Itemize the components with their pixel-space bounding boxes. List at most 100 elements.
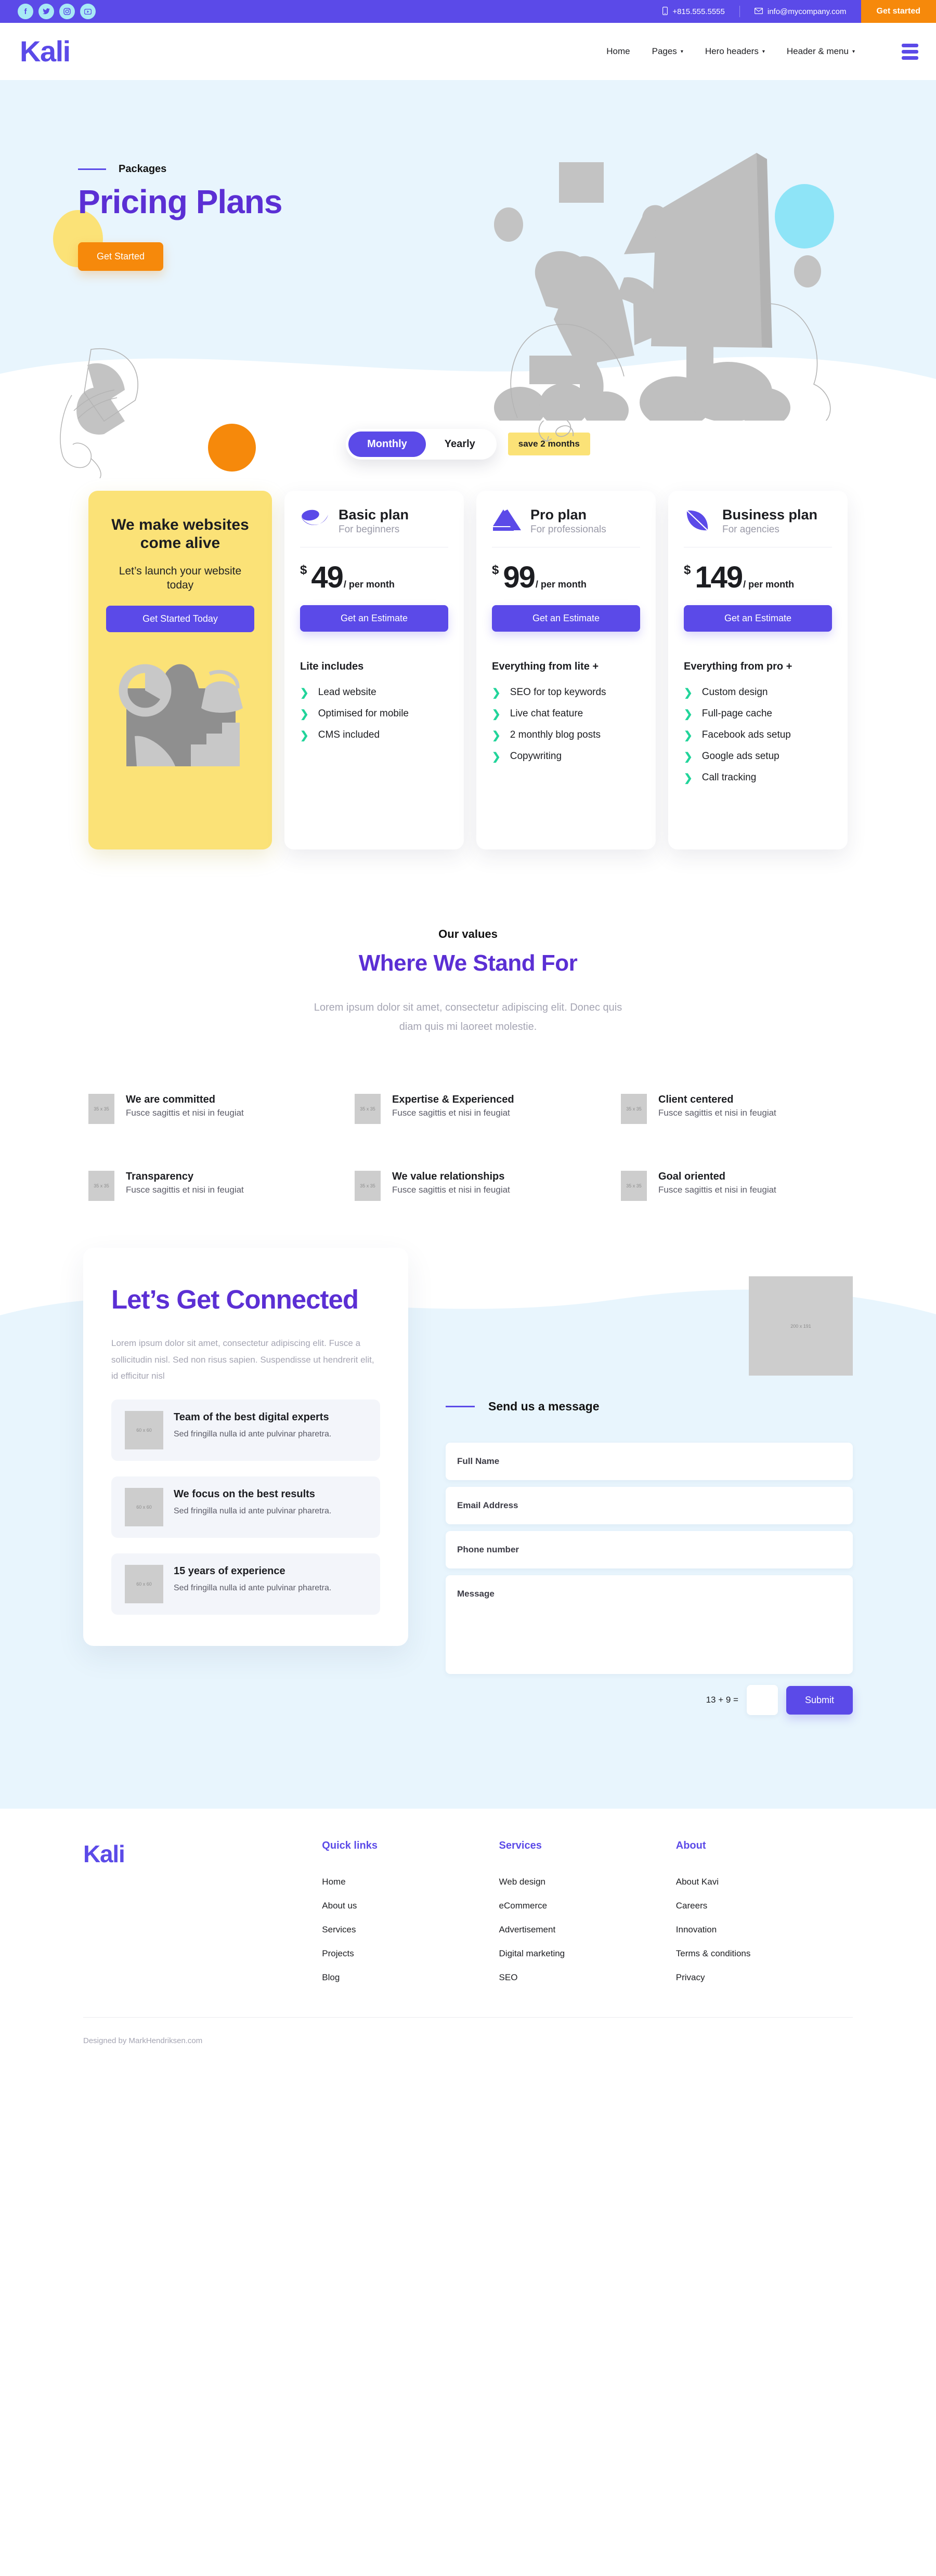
image-placeholder: 60 x 60 <box>125 1411 163 1450</box>
hamburger-icon[interactable] <box>902 43 918 60</box>
phone-icon <box>662 6 668 17</box>
footer-link[interactable]: Home <box>322 1877 499 1887</box>
facebook-icon[interactable]: f <box>18 4 33 19</box>
plan-card-business: Business plan For agencies $ 149 / per m… <box>668 491 848 849</box>
footer-link[interactable]: Careers <box>676 1901 853 1911</box>
price-amount: 49 <box>311 560 343 594</box>
plan-estimate-button[interactable]: Get an Estimate <box>300 605 448 632</box>
plan-feature-label: Live chat feature <box>510 708 583 720</box>
plan-feature-label: Google ads setup <box>701 751 779 762</box>
plan-feature: ❯ CMS included <box>300 725 448 746</box>
footer-link[interactable]: Blog <box>322 1972 499 1983</box>
plan-card-pro: Pro plan For professionals $ 99 / per mo… <box>476 491 656 849</box>
brand-logo[interactable]: Kali <box>20 37 71 66</box>
footer-link[interactable]: Privacy <box>676 1972 853 1983</box>
connect-feature-subtitle: Sed fringilla nulla id ante pulvinar pha… <box>174 1430 332 1439</box>
phone-input[interactable] <box>446 1531 853 1568</box>
footer-link[interactable]: Terms & conditions <box>676 1949 853 1959</box>
nav-item-home[interactable]: Home <box>606 46 630 57</box>
chevron-right-icon: ❯ <box>300 687 309 699</box>
plan-feature-label: Facebook ads setup <box>701 729 791 741</box>
plan-feature-label: Copywriting <box>510 751 562 762</box>
hero-eyebrow: Packages <box>119 163 167 175</box>
top-utility-bar: f +815.555.5555 info@mycompany.com Get s… <box>0 0 936 23</box>
nav-item-header-menu[interactable]: Header & menu ▾ <box>787 46 855 57</box>
orange-circle-decoration <box>208 424 256 472</box>
value-item: 35 x 35 We are committed Fusce sagittis … <box>88 1094 315 1124</box>
top-contact-group: +815.555.5555 info@mycompany.com Get sta… <box>648 0 936 23</box>
chevron-right-icon: ❯ <box>684 772 693 784</box>
plan-estimate-button[interactable]: Get an Estimate <box>684 605 832 632</box>
chevron-right-icon: ❯ <box>684 708 693 720</box>
instagram-icon[interactable] <box>59 4 75 19</box>
plan-estimate-button[interactable]: Get an Estimate <box>492 605 640 632</box>
billing-period-switch[interactable]: Monthly Yearly <box>346 428 497 460</box>
footer-credit: Designed by MarkHendriksen.com <box>83 2036 203 2045</box>
value-title: Client centered <box>658 1094 734 1105</box>
social-links: f <box>18 4 96 19</box>
image-placeholder: 35 x 35 <box>355 1171 381 1201</box>
nav-item-pages[interactable]: Pages ▾ <box>652 46 683 57</box>
footer-link[interactable]: About us <box>322 1901 499 1911</box>
price-amount: 99 <box>503 560 535 594</box>
get-started-top-button[interactable]: Get started <box>861 0 936 23</box>
plan-name: Basic plan <box>339 507 409 522</box>
plan-header: Business plan For agencies <box>684 507 832 547</box>
rocket-decoration <box>60 348 138 478</box>
values-title: Where We Stand For <box>358 950 578 976</box>
connect-description: Lorem ipsum dolor sit amet, consectetur … <box>111 1338 374 1381</box>
promo-cta-button[interactable]: Get Started Today <box>106 606 254 633</box>
plan-feature: ❯ Copywriting <box>492 746 640 767</box>
plan-price: $ 149 / per month <box>684 560 832 595</box>
email-contact[interactable]: info@mycompany.com <box>739 6 861 17</box>
full-name-input[interactable] <box>446 1443 853 1480</box>
youtube-icon[interactable] <box>80 4 96 19</box>
page-title: Pricing Plans <box>78 183 282 220</box>
footer-column-quick-links: Quick links Home About us Services Proje… <box>322 1840 499 1996</box>
value-item: 35 x 35 We value relationships Fusce sag… <box>355 1171 581 1201</box>
envelope-icon <box>754 7 763 16</box>
footer-link[interactable]: Innovation <box>676 1925 853 1935</box>
footer-link[interactable]: SEO <box>499 1972 676 1983</box>
phone-contact[interactable]: +815.555.5555 <box>648 6 739 17</box>
footer-link[interactable]: Services <box>322 1925 499 1935</box>
footer-logo[interactable]: Kali <box>83 1840 322 1868</box>
footer-link[interactable]: About Kavi <box>676 1877 853 1887</box>
plan-name: Business plan <box>722 507 818 522</box>
submit-button[interactable]: Submit <box>786 1685 853 1715</box>
hero-content: Packages Pricing Plans Get Started <box>0 80 936 271</box>
image-placeholder: 60 x 60 <box>125 1565 163 1604</box>
connect-card: Let’s Get Connected Lorem ipsum dolor si… <box>83 1248 408 1646</box>
footer-link[interactable]: eCommerce <box>499 1901 676 1911</box>
email-input[interactable] <box>446 1487 853 1524</box>
phone-number: +815.555.5555 <box>672 7 725 16</box>
image-placeholder: 60 x 60 <box>125 1488 163 1527</box>
value-subtitle: Fusce sagittis et nisi in feugiat <box>658 1108 776 1118</box>
heading-rule <box>446 1406 475 1407</box>
billing-option-monthly[interactable]: Monthly <box>348 431 426 457</box>
value-title: We value relationships <box>392 1171 505 1182</box>
billing-option-yearly[interactable]: Yearly <box>426 431 494 457</box>
image-placeholder: 35 x 35 <box>621 1171 647 1201</box>
nav-item-hero-headers[interactable]: Hero headers ▾ <box>705 46 765 57</box>
footer-link[interactable]: Projects <box>322 1949 499 1959</box>
captcha-input[interactable] <box>746 1685 778 1715</box>
plan-audience: For professionals <box>530 524 606 535</box>
message-textarea[interactable] <box>446 1575 853 1674</box>
plan-feature: ❯ Lead website <box>300 682 448 703</box>
plan-audience: For agencies <box>722 524 779 535</box>
chevron-right-icon: ❯ <box>684 751 693 763</box>
footer-column-services: Services Web design eCommerce Advertisem… <box>499 1840 676 1996</box>
footer-link[interactable]: Digital marketing <box>499 1949 676 1959</box>
twitter-icon[interactable] <box>38 4 54 19</box>
plan-feature-label: Lead website <box>318 687 376 698</box>
footer-link[interactable]: Advertisement <box>499 1925 676 1935</box>
footer-link[interactable]: Web design <box>499 1877 676 1887</box>
value-item: 35 x 35 Expertise & Experienced Fusce sa… <box>355 1094 581 1124</box>
nav-item-label: Pages <box>652 46 677 56</box>
hero-get-started-button[interactable]: Get Started <box>78 242 164 271</box>
footer-brand: Kali <box>83 1840 322 1996</box>
email-address: info@mycompany.com <box>767 7 847 16</box>
plan-name: Pro plan <box>530 507 587 522</box>
currency-symbol: $ <box>684 563 691 577</box>
